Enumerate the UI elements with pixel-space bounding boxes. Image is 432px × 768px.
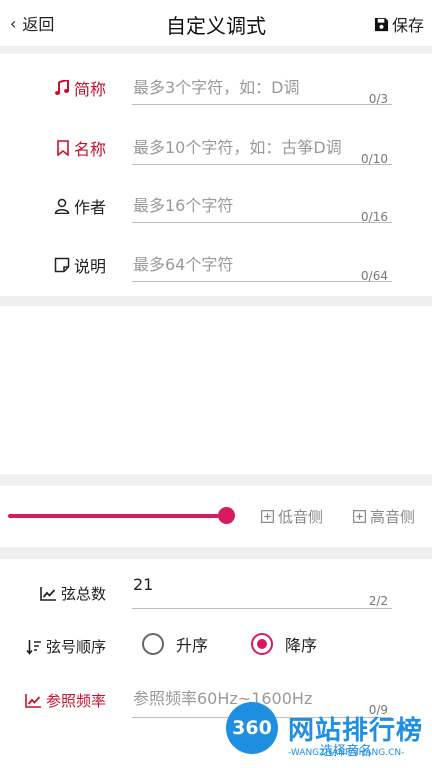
note-icon xyxy=(54,257,70,273)
input-underline xyxy=(132,222,392,223)
description-row: 说明 最多64个字符 0/64 xyxy=(0,231,432,289)
radio-circle-unchecked xyxy=(142,633,164,655)
slider-track[interactable] xyxy=(8,514,226,518)
save-button[interactable]: 保存 xyxy=(374,12,424,36)
save-icon xyxy=(374,17,389,31)
add-low-button[interactable]: 低音侧 xyxy=(261,506,323,527)
short-name-row: 简称 最多3个字符，如：D调 0/3 xyxy=(0,54,432,112)
description-input[interactable]: 最多64个字符 xyxy=(133,251,233,275)
char-counter: 0/3 xyxy=(368,92,388,106)
plus-square-icon xyxy=(353,510,366,523)
trend-chart-icon xyxy=(25,694,41,708)
trend-chart-icon xyxy=(40,587,56,601)
divider xyxy=(0,474,432,486)
save-label: 保存 xyxy=(391,16,424,35)
char-counter: 0/64 xyxy=(361,269,388,283)
radio-descending[interactable]: 降序 xyxy=(251,632,317,656)
name-input[interactable]: 最多10个字符，如：古筝D调 xyxy=(133,134,342,158)
input-underline xyxy=(132,164,392,165)
short-name-label: 简称 xyxy=(54,76,106,100)
page-title: 自定义调式 xyxy=(166,14,266,38)
author-row: 作者 最多16个字符 0/16 xyxy=(0,172,432,230)
watermark: 360 网站排行榜 -WANGZHANPAIHANG.CN- 选择音名 xyxy=(220,700,432,768)
string-order-label: 弦号顺序 xyxy=(26,636,106,657)
input-underline xyxy=(132,104,392,105)
short-name-input[interactable]: 最多3个字符，如：D调 xyxy=(133,74,300,98)
divider xyxy=(0,547,432,559)
description-label: 说明 xyxy=(54,253,106,277)
char-counter: 2/2 xyxy=(368,594,388,608)
plus-square-icon xyxy=(261,510,274,523)
name-label: 名称 xyxy=(56,136,106,160)
input-underline xyxy=(132,608,392,609)
watermark-slogan: 选择音名 xyxy=(320,744,373,759)
name-row: 名称 最多10个字符，如：古筝D调 0/10 xyxy=(0,114,432,172)
radio-circle-checked xyxy=(251,633,273,655)
music-note-icon xyxy=(54,80,69,95)
range-slider[interactable]: 低音侧 高音侧 xyxy=(0,488,432,543)
radio-ascending[interactable]: 升序 xyxy=(142,632,208,656)
string-order-row: 弦号顺序 升序 降序 xyxy=(0,618,432,672)
author-label: 作者 xyxy=(54,194,106,218)
string-total-label: 弦总数 xyxy=(40,583,106,604)
slider-thumb[interactable] xyxy=(218,507,235,524)
reference-frequency-label: 参照频率 xyxy=(25,690,106,711)
char-counter: 0/16 xyxy=(361,210,388,224)
bookmark-icon xyxy=(57,140,69,156)
input-underline xyxy=(132,281,392,282)
char-counter: 0/10 xyxy=(361,152,388,166)
author-input[interactable]: 最多16个字符 xyxy=(133,192,233,216)
string-total-input[interactable]: 21 xyxy=(133,575,153,594)
top-bar: ‹ 返回 自定义调式 保存 xyxy=(0,0,432,46)
divider xyxy=(0,296,432,306)
string-total-row: 弦总数 21 2/2 xyxy=(0,561,432,619)
add-high-button[interactable]: 高音侧 xyxy=(353,506,415,527)
user-icon xyxy=(54,198,70,214)
sort-desc-icon xyxy=(26,639,41,655)
divider xyxy=(0,46,432,54)
watermark-logo: 360 xyxy=(226,702,278,754)
